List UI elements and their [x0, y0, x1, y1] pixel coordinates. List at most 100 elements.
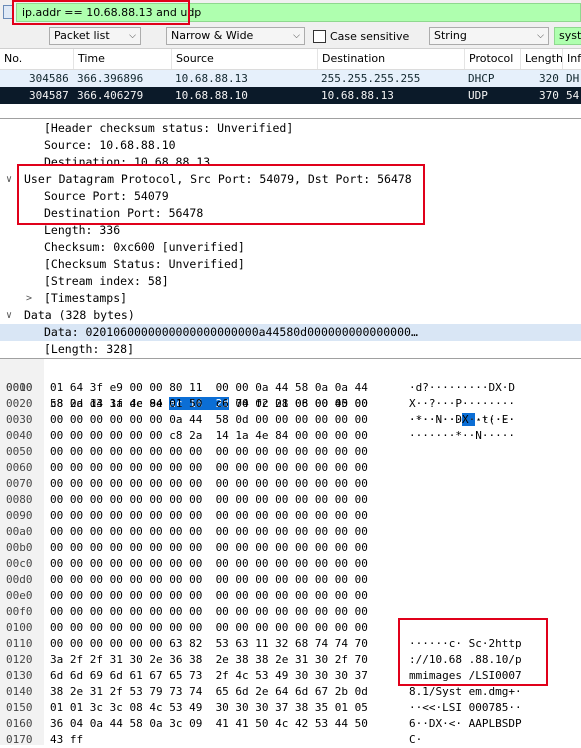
packet-info: DH	[566, 72, 580, 85]
detail-line[interactable]: Source: 10.68.88.10	[0, 137, 581, 154]
hex-row[interactable]: 0150 01 01 3c 3c 08 4c 53 49 30 30 30 37 …	[0, 700, 581, 716]
case-sensitive-label: Case sensitive	[330, 30, 410, 43]
column-header-destination[interactable]: Destination	[317, 49, 464, 69]
hex-row[interactable]: 0170 43 ff C·	[0, 732, 581, 748]
detail-line[interactable]: [Header checksum status: Unverified]	[0, 120, 581, 137]
hex-bytes: 00 00 00 00 00 00 63 82 53 63 11 32 68 7…	[50, 637, 368, 650]
hex-row[interactable]: 0130 6d 6d 69 6d 61 67 65 73 2f 4c 53 49 …	[0, 668, 581, 684]
hex-offset: 0130	[6, 669, 33, 682]
hex-row[interactable]: 0120 3a 2f 2f 31 30 2e 36 38 2e 38 38 2e …	[0, 652, 581, 668]
detail-text: [Length: 328]	[44, 342, 135, 356]
hex-offset: 0160	[6, 717, 33, 730]
hex-row[interactable]: 0070 00 00 00 00 00 00 00 00 00 00 00 00 …	[0, 476, 581, 492]
column-header-protocol[interactable]: Protocol	[464, 49, 520, 69]
hex-offset: 0170	[6, 733, 33, 746]
hex-row[interactable]: 0010 01 64 3f e9 00 00 80 11 00 00 0a 44 …	[0, 380, 581, 396]
packet-time: 366.406279	[77, 89, 144, 102]
packet-list-header: No. Time Source Destination Protocol Len…	[0, 49, 581, 70]
search-in-select[interactable]: Packet list ⌵	[49, 27, 141, 45]
hex-row[interactable]: 0020 58 0d d3 3f dc 9e 01 50 c6 00 02 01 …	[0, 396, 581, 412]
hex-row[interactable]: 0040 00 00 00 00 00 00 c8 2a 14 1a 4e 84 …	[0, 428, 581, 444]
packet-source: 10.68.88.13	[175, 72, 248, 85]
column-header-no[interactable]: No.	[0, 49, 73, 69]
detail-text: User Datagram Protocol, Src Port: 54079,…	[24, 172, 412, 186]
hex-offset: 00a0	[6, 525, 33, 538]
detail-text: Destination Port: 56478	[44, 206, 204, 220]
column-header-source[interactable]: Source	[171, 49, 317, 69]
hex-row[interactable]: 0050 00 00 00 00 00 00 00 00 00 00 00 00 …	[0, 444, 581, 460]
detail-text: Source Port: 54079	[44, 189, 169, 203]
hex-row[interactable]: 0140 38 2e 31 2f 53 79 73 74 65 6d 2e 64 …	[0, 684, 581, 700]
packet-no: 304587	[29, 89, 69, 102]
column-header-time[interactable]: Time	[73, 49, 171, 69]
detail-line[interactable]: Length: 336	[0, 222, 581, 239]
expand-chevron-icon[interactable]: ∨	[6, 307, 12, 324]
column-header-info[interactable]: Inf	[562, 49, 581, 69]
hex-bytes: 00 00 00 00 00 00 00 00 00 00 00 00 00 0…	[50, 525, 368, 538]
hex-row[interactable]: 00b0 00 00 00 00 00 00 00 00 00 00 00 00 …	[0, 540, 581, 556]
display-filter-input[interactable]: ip.addr == 10.68.88.13 and udp	[16, 3, 581, 22]
find-packet-toolbar: Packet list ⌵ Narrow & Wide ⌵ String ⌵ s…	[0, 25, 581, 49]
hex-ascii: 8.1/Syst em.dmg+·	[409, 685, 522, 698]
chevron-down-icon: ⌵	[129, 31, 136, 41]
detail-line-selected[interactable]: Data: 0201060000000000000000000a44580d00…	[0, 324, 581, 341]
hex-row[interactable]: 00f0 00 00 00 00 00 00 00 00 00 00 00 00 …	[0, 604, 581, 620]
hex-row[interactable]: 00e0 00 00 00 00 00 00 00 00 00 00 00 00 …	[0, 588, 581, 604]
hex-row[interactable]: 0080 00 00 00 00 00 00 00 00 00 00 00 00 …	[0, 492, 581, 508]
expand-chevron-icon[interactable]: >	[26, 290, 32, 307]
hex-bytes: 00 00 00 00 00 00 0a 44 58 0d 00 00 00 0…	[50, 413, 368, 426]
hex-bytes: 00 00 00 00 00 00 c8 2a 14 1a 4e 84 00 0…	[50, 429, 368, 442]
hex-row[interactable]: 0160 36 04 0a 44 58 0a 3c 09 41 41 50 4c …	[0, 716, 581, 732]
hex-row[interactable]: 00d0 00 00 00 00 00 00 00 00 00 00 00 00 …	[0, 572, 581, 588]
case-sensitive-checkbox[interactable]	[313, 30, 326, 43]
hex-ascii: C·	[409, 733, 423, 746]
detail-line[interactable]: [Stream index: 58]	[0, 273, 581, 290]
hex-bytes: 6d 6d 69 6d 61 67 65 73 2f 4c 53 49 30 3…	[50, 669, 368, 682]
detail-line[interactable]: Destination Port: 56478	[0, 205, 581, 222]
detail-line[interactable]: [Length: 328]	[0, 341, 581, 358]
packet-destination: 10.68.88.13	[321, 89, 394, 102]
detail-line[interactable]: [Checksum Status: Unverified]	[0, 256, 581, 273]
hex-bytes: 00 00 00 00 00 00 00 00 00 00 00 00 00 0…	[50, 477, 368, 490]
hex-row[interactable]: 00c0 00 00 00 00 00 00 00 00 00 00 00 00 …	[0, 556, 581, 572]
hex-bytes: 58 0d d3 3f dc 9e 01 50 c6 00 02 01 06 0…	[50, 397, 368, 410]
hex-bytes: 00 00 00 00 00 00 00 00 00 00 00 00 00 0…	[50, 621, 368, 634]
expand-chevron-icon[interactable]: ∨	[6, 171, 12, 188]
column-header-length[interactable]: Length	[520, 49, 562, 69]
search-type-select[interactable]: String ⌵	[429, 27, 549, 45]
detail-line-timestamps[interactable]: > [Timestamps]	[0, 290, 581, 307]
hex-row[interactable]: 0110 00 00 00 00 00 00 63 82 53 63 11 32 …	[0, 636, 581, 652]
hex-offset: 00d0	[6, 573, 33, 586]
hex-row[interactable]: 0000 c8 2a 14 1a 4e 84 ac 16 2d 74 fc 28…	[0, 364, 581, 426]
hex-bytes: 38 2e 31 2f 53 79 73 74 65 6d 2e 64 6d 6…	[50, 685, 368, 698]
packet-bytes-pane[interactable]: 0000 c8 2a 14 1a 4e 84 ac 16 2d 74 fc 28…	[0, 359, 581, 748]
hex-row[interactable]: 00a0 00 00 00 00 00 00 00 00 00 00 00 00 …	[0, 524, 581, 540]
detail-text: [Header checksum status: Unverified]	[44, 121, 294, 135]
packet-details-pane[interactable]: [Header checksum status: Unverified] Sou…	[0, 119, 581, 359]
packet-row-selected[interactable]: 304587 366.406279 10.68.88.10 10.68.88.1…	[0, 87, 581, 104]
detail-line-udp[interactable]: ∨ User Datagram Protocol, Src Port: 5407…	[0, 171, 581, 188]
bookmark-icon[interactable]	[3, 5, 13, 19]
hex-offset: 0100	[6, 621, 33, 634]
hex-row[interactable]: 0090 00 00 00 00 00 00 00 00 00 00 00 00 …	[0, 508, 581, 524]
hex-row[interactable]: 0030 00 00 00 00 00 00 0a 44 58 0d 00 00 …	[0, 412, 581, 428]
chevron-down-icon: ⌵	[537, 31, 544, 41]
hex-bytes: 00 00 00 00 00 00 00 00 00 00 00 00 00 0…	[50, 541, 368, 554]
hex-offset: 0050	[6, 445, 33, 458]
hex-row[interactable]: 0060 00 00 00 00 00 00 00 00 00 00 00 00 …	[0, 460, 581, 476]
packet-length: 320	[539, 72, 559, 85]
packet-row[interactable]: 304586 366.396896 10.68.88.13 255.255.25…	[0, 70, 581, 87]
hex-offset: 0060	[6, 461, 33, 474]
packet-no: 304586	[29, 72, 69, 85]
detail-line[interactable]: Source Port: 54079	[0, 188, 581, 205]
detail-line-data[interactable]: ∨ Data (328 bytes)	[0, 307, 581, 324]
hex-row[interactable]: 0100 00 00 00 00 00 00 00 00 00 00 00 00 …	[0, 620, 581, 636]
detail-line[interactable]: Destination: 10.68.88.13	[0, 154, 581, 171]
search-text-input[interactable]: syste	[554, 27, 581, 45]
detail-text: Length: 336	[44, 223, 121, 237]
detail-line[interactable]: Checksum: 0xc600 [unverified]	[0, 239, 581, 256]
chevron-down-icon: ⌵	[293, 31, 300, 41]
character-width-select[interactable]: Narrow & Wide ⌵	[166, 27, 305, 45]
hex-offset: 0140	[6, 685, 33, 698]
hex-bytes: 00 00 00 00 00 00 00 00 00 00 00 00 00 0…	[50, 509, 368, 522]
